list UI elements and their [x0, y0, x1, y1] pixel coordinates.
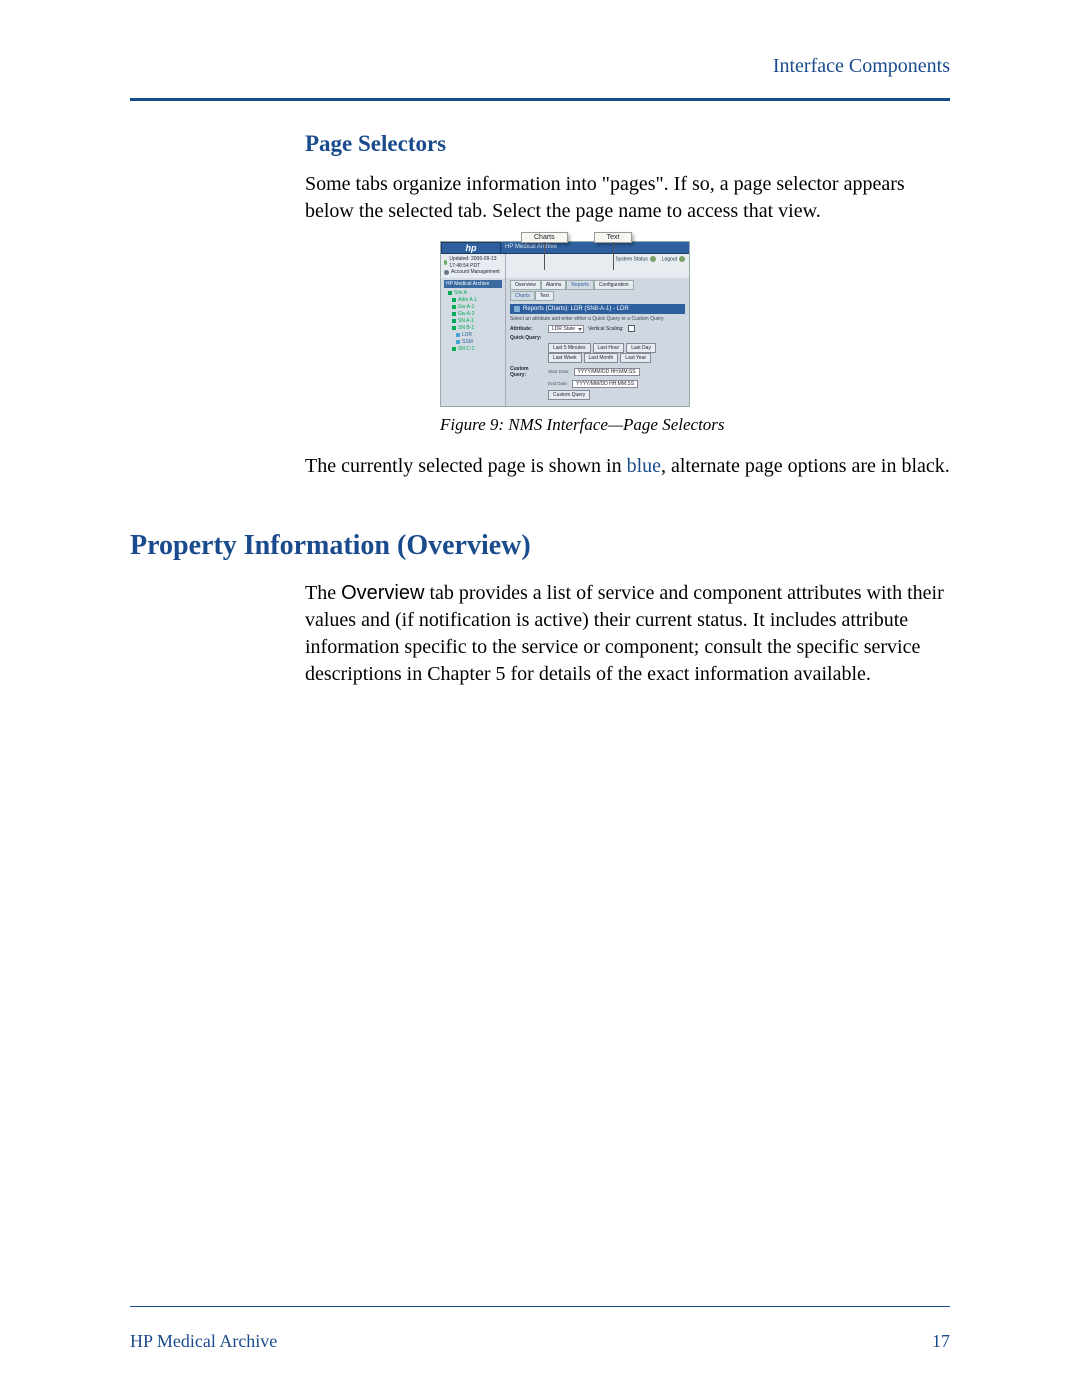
- panel-title: Reports (Charts): LDR (SN8-A-1) - LDR: [510, 304, 685, 314]
- info-left: Updated: 2006-09-13 17:48:54 PDT Account…: [441, 254, 506, 278]
- quick-btn[interactable]: Last 5 Minutes: [548, 343, 591, 353]
- label-attribute: Attribute:: [510, 326, 544, 332]
- paragraph-selected-page: The currently selected page is shown in …: [305, 453, 950, 480]
- checkbox-vscale[interactable]: [628, 325, 635, 332]
- label-quick: Quick Query:: [510, 335, 544, 341]
- tree-item[interactable]: Gw A-1: [448, 304, 502, 311]
- updated-text: Updated: 2006-09-13 17:48:54 PDT: [449, 256, 502, 269]
- paragraph-intro: Some tabs organize information into "pag…: [305, 171, 950, 225]
- footer-rule: [130, 1306, 950, 1307]
- info-bar: Updated: 2006-09-13 17:48:54 PDT Account…: [441, 254, 689, 278]
- tab-alarms[interactable]: Alarms: [541, 280, 567, 290]
- footer-product: HP Medical Archive: [130, 1331, 277, 1352]
- label-vscale: Vertical Scaling:: [588, 326, 624, 332]
- system-status-link[interactable]: System Status: [615, 256, 655, 262]
- tree-item[interactable]: SN B-1: [448, 325, 502, 332]
- tree-item[interactable]: SN A-1: [448, 318, 502, 325]
- quick-btn[interactable]: Last Day: [626, 343, 656, 353]
- hp-logo: hp: [441, 242, 501, 254]
- quick-buttons: Last 5 Minutes Last Hour Last Day: [548, 343, 685, 353]
- quick-btn[interactable]: Last Year: [620, 353, 651, 363]
- text: The: [305, 582, 341, 604]
- row-attribute: Attribute: LDR State Vertical Scaling:: [510, 325, 685, 333]
- main-panel: Overview Alarms Reports Configuration Ch…: [506, 278, 689, 406]
- label-end: End Date:: [548, 381, 568, 386]
- label-start: Start Date:: [548, 369, 570, 374]
- row-custom-end: End Date: YYYY/MM/DD HH:MM:SS: [510, 380, 685, 388]
- callout-text: Text: [594, 232, 633, 243]
- tree-item-selected[interactable]: LDR: [448, 332, 502, 339]
- custom-query-row: Custom Query: [548, 390, 685, 400]
- panel-hint: Select an attribute and enter either a Q…: [510, 316, 685, 322]
- account-icon: [444, 270, 449, 275]
- heading-property-info: Property Information (Overview): [130, 530, 950, 562]
- tree-item[interactable]: Gw A-2: [448, 311, 502, 318]
- callout-charts: Charts: [521, 232, 568, 243]
- tab-configuration[interactable]: Configuration: [594, 280, 634, 290]
- text: The currently selected page is shown in: [305, 455, 627, 477]
- callout-row: Charts Text: [521, 232, 632, 243]
- app-body: HP Medical Archive Site A Adm A-1 Gw A-1…: [441, 278, 689, 406]
- tab-reports[interactable]: Reports: [566, 280, 594, 290]
- quick-buttons-2: Last Week Last Month Last Year: [548, 353, 685, 363]
- subtab-text[interactable]: Text: [535, 291, 554, 301]
- paragraph-overview: The Overview tab provides a list of serv…: [305, 580, 950, 688]
- heading-page-selectors: Page Selectors: [305, 131, 950, 157]
- info-right: System Status Logout: [506, 254, 689, 278]
- app-title: HP Medical Archive: [501, 242, 689, 254]
- app-topbar: hp HP Medical Archive: [441, 242, 689, 254]
- tab-row: Overview Alarms Reports Configuration: [510, 280, 685, 290]
- label-custom: Custom Query:: [510, 366, 544, 378]
- panel-icon: [514, 306, 520, 312]
- subtab-charts[interactable]: Charts: [510, 291, 535, 301]
- select-attribute[interactable]: LDR State: [548, 325, 584, 333]
- header-section-title: Interface Components: [130, 55, 950, 78]
- logout-icon: [679, 256, 685, 262]
- quick-btn[interactable]: Last Hour: [593, 343, 625, 353]
- text: , alternate page options are in black.: [661, 455, 950, 477]
- text-blue: blue: [627, 455, 661, 477]
- page: Interface Components Page Selectors Some…: [0, 0, 1080, 1397]
- header-rule: [130, 98, 950, 101]
- row-quick: Quick Query:: [510, 335, 685, 341]
- tree-item[interactable]: Adm A-1: [448, 297, 502, 304]
- clock-icon: [444, 260, 447, 265]
- tree-item[interactable]: Site A: [448, 290, 502, 297]
- row-custom: Custom Query: Start Date: YYYY/MM/DD HH:…: [510, 366, 685, 378]
- nav-tree: HP Medical Archive Site A Adm A-1 Gw A-1…: [441, 278, 506, 406]
- footer-page-number: 17: [932, 1331, 950, 1352]
- content-column: Page Selectors Some tabs organize inform…: [130, 131, 950, 688]
- logout-link[interactable]: Logout: [662, 256, 685, 262]
- text-overview-word: Overview: [341, 582, 424, 604]
- subtab-row: Charts Text: [510, 291, 685, 301]
- figure-screenshot: Charts Text hp HP Medical Archive Update…: [440, 241, 950, 407]
- page-footer: HP Medical Archive 17: [130, 1331, 950, 1352]
- custom-query-button[interactable]: Custom Query: [548, 390, 590, 400]
- quick-btn[interactable]: Last Week: [548, 353, 582, 363]
- quick-btn[interactable]: Last Month: [584, 353, 619, 363]
- figure-caption: Figure 9: NMS Interface—Page Selectors: [440, 415, 950, 435]
- nms-screenshot: Charts Text hp HP Medical Archive Update…: [440, 241, 690, 407]
- tree-item[interactable]: SSM: [448, 339, 502, 346]
- input-start-date[interactable]: YYYY/MM/DD HH:MM:SS: [574, 368, 640, 376]
- tree-item[interactable]: SN C-1: [448, 346, 502, 353]
- tab-overview[interactable]: Overview: [510, 280, 541, 290]
- input-end-date[interactable]: YYYY/MM/DD HH:MM:SS: [572, 380, 638, 388]
- panel-title-text: Reports (Charts): LDR (SN8-A-1) - LDR: [523, 306, 629, 312]
- account-link[interactable]: Account Management: [451, 269, 500, 276]
- tree-header: HP Medical Archive: [444, 280, 502, 288]
- status-dot-icon: [650, 256, 656, 262]
